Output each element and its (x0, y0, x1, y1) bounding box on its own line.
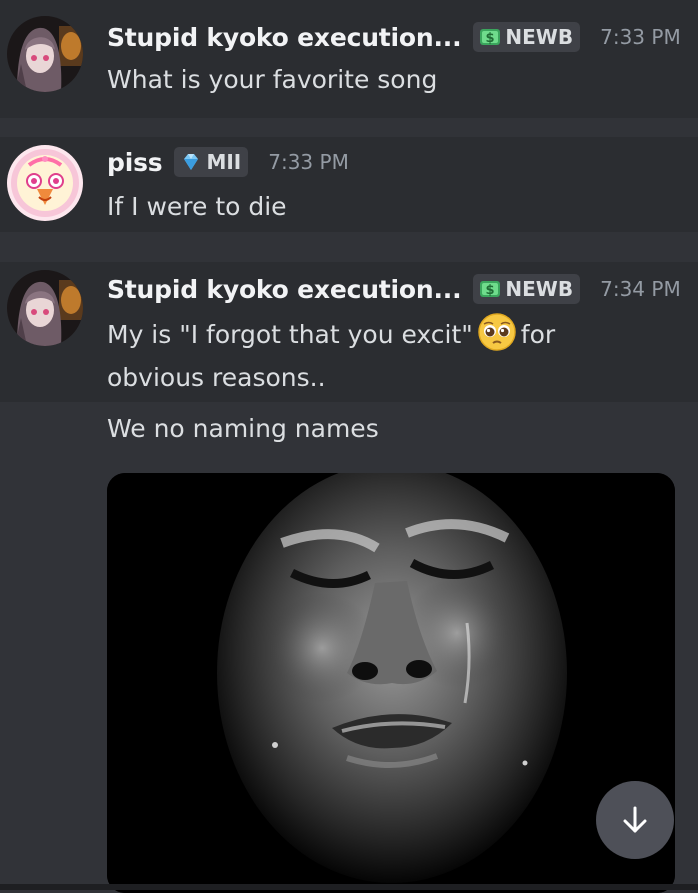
timestamp: 7:34 PM (600, 277, 681, 301)
role-tag[interactable]: $ NEWB (473, 22, 581, 52)
divider-gap (0, 118, 698, 137)
avatar-user-kyoko[interactable] (7, 270, 83, 346)
dollar-icon: $ (480, 281, 501, 298)
divider-gap (0, 232, 698, 262)
pleading-face-emoji (478, 313, 516, 351)
scroll-to-bottom-button[interactable] (596, 781, 674, 859)
message-header: Stupid kyoko execution... $ NEWB 7:34 PM (107, 274, 681, 304)
message-group-1: Stupid kyoko execution... $ NEWB 7:33 PM… (0, 0, 698, 118)
message-group-3: Stupid kyoko execution... $ NEWB 7:34 PM… (0, 262, 698, 402)
avatar-user-kyoko[interactable] (7, 16, 83, 92)
username[interactable]: piss (107, 148, 163, 177)
timestamp: 7:33 PM (600, 25, 681, 49)
message-text: My is "I forgot that you excit" for (107, 312, 555, 357)
image-attachment[interactable] (107, 473, 675, 893)
message-text-part1: My is "I forgot that you excit" (107, 320, 473, 349)
bottom-edge (0, 884, 698, 890)
role-tag[interactable]: $ NEWB (473, 274, 581, 304)
diamond-icon (184, 154, 199, 170)
role-tag-label: NEWB (505, 277, 574, 301)
timestamp: 7:33 PM (268, 150, 349, 174)
dollar-icon: $ (480, 29, 501, 46)
message-group-2: piss MII 7:33 PM If I were to die (0, 137, 698, 232)
role-tag-label: NEWB (505, 25, 574, 49)
svg-text:$: $ (486, 31, 495, 46)
username[interactable]: Stupid kyoko execution... (107, 23, 462, 52)
arrow-down-icon (623, 806, 647, 833)
avatar-user-piss[interactable] (7, 145, 83, 221)
message-text-followup: We no naming names (107, 414, 379, 443)
message-header: Stupid kyoko execution... $ NEWB 7:33 PM (107, 22, 681, 52)
message-text-part2: for (520, 320, 556, 349)
message-text: What is your favorite song (107, 65, 438, 94)
role-tag[interactable]: MII (174, 147, 249, 177)
message-header: piss MII 7:33 PM (107, 147, 349, 177)
svg-text:$: $ (486, 283, 495, 298)
crying-face-image (107, 473, 675, 893)
username[interactable]: Stupid kyoko execution... (107, 275, 462, 304)
message-text: If I were to die (107, 192, 287, 221)
message-text-line2: obvious reasons.. (107, 363, 326, 392)
role-tag-label: MII (206, 150, 242, 174)
